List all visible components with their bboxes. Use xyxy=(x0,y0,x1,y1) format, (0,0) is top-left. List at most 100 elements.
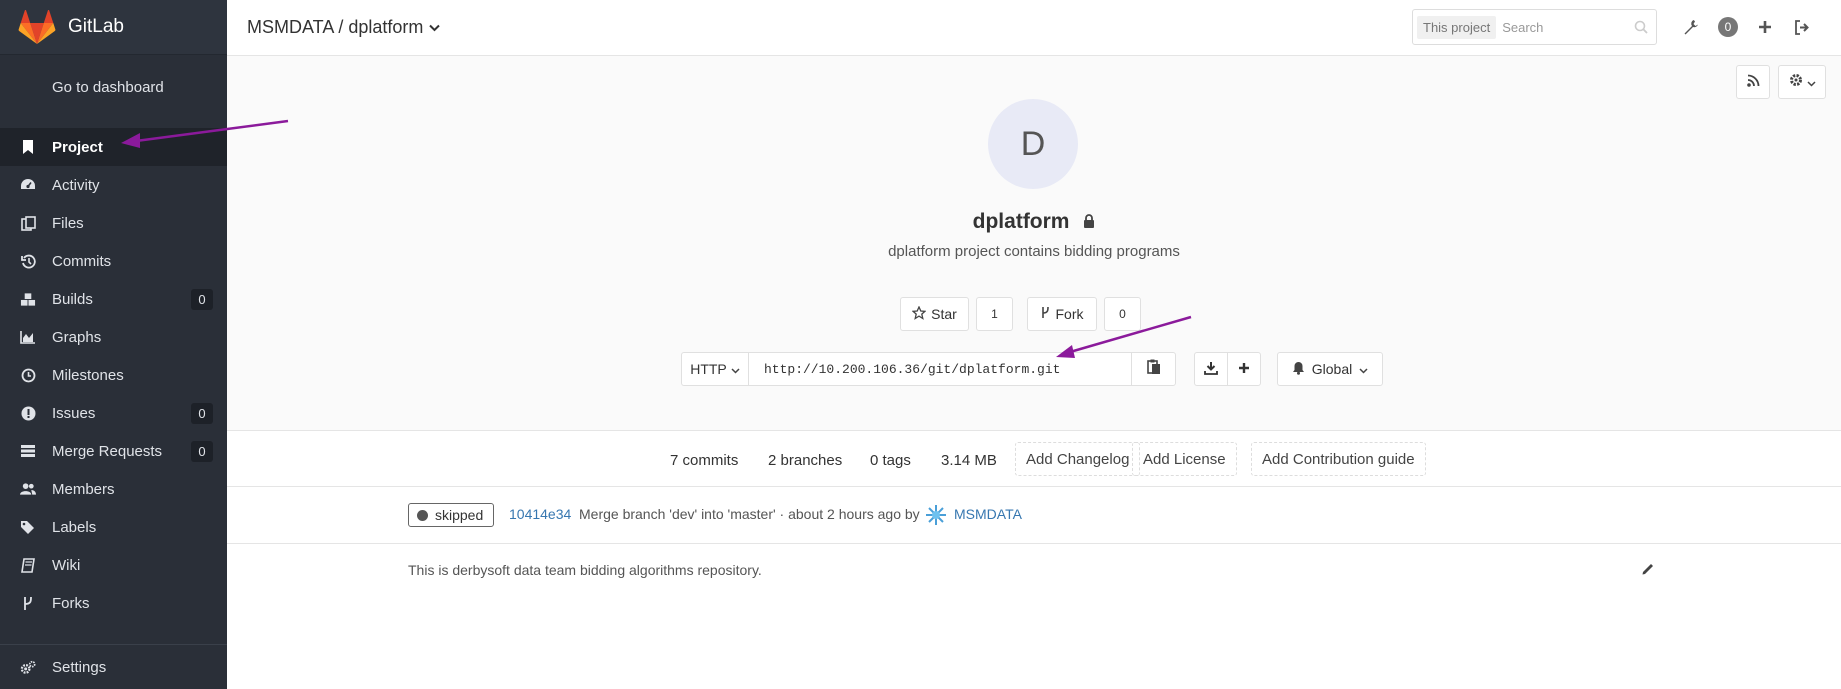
top-header: MSMDATA / dplatform This project 0 xyxy=(227,0,1841,56)
sidebar-item-label: Wiki xyxy=(52,556,81,574)
sidebar-item-forks[interactable]: Forks xyxy=(0,584,227,622)
sidebar-item-label: Builds xyxy=(52,290,93,308)
add-contribution-guide-button[interactable]: Add Contribution guide xyxy=(1251,442,1426,476)
clone-protocol-label: HTTP xyxy=(690,361,727,377)
sidebar-item-milestones[interactable]: Milestones xyxy=(0,356,227,394)
go-to-dashboard-link[interactable]: Go to dashboard xyxy=(0,55,227,119)
plus-icon[interactable] xyxy=(1753,15,1777,39)
sign-out-icon[interactable] xyxy=(1790,15,1814,39)
book-icon xyxy=(20,557,36,573)
sidebar-item-activity[interactable]: Activity xyxy=(0,166,227,204)
sidebar-item-label: Labels xyxy=(52,518,97,536)
project-stats-bar: 7 commits 2 branches 0 tags 3.14 MB Add … xyxy=(227,432,1841,487)
ci-status-badge[interactable]: skipped xyxy=(408,503,495,527)
commit-sha-link[interactable]: 10414e34 xyxy=(509,506,571,522)
sidebar-item-labels[interactable]: Labels xyxy=(0,508,227,546)
sidebar-item-label: Files xyxy=(52,214,84,232)
sidebar-item-commits[interactable]: Commits xyxy=(0,242,227,280)
download-button[interactable] xyxy=(1194,352,1228,386)
project-home-panel: D dplatform dplatform project contains b… xyxy=(227,56,1841,431)
notification-level-dropdown[interactable]: Global xyxy=(1277,352,1383,386)
sidebar-item-graphs[interactable]: Graphs xyxy=(0,318,227,356)
star-button[interactable]: Star xyxy=(900,297,969,331)
search-scope-badge[interactable]: This project xyxy=(1417,15,1497,39)
merge-requests-count-badge: 0 xyxy=(191,441,213,462)
sidebar-item-label: Commits xyxy=(52,252,112,270)
commit-author-link[interactable]: MSMDATA xyxy=(954,506,1022,522)
project-name: dplatform xyxy=(972,210,1070,233)
sidebar-item-files[interactable]: Files xyxy=(0,204,227,242)
ci-status-label: skipped xyxy=(435,507,484,523)
sidebar-item-settings[interactable]: Settings xyxy=(0,645,227,689)
brand-header[interactable]: GitLab xyxy=(0,0,227,55)
breadcrumb-text: MSMDATA / dplatform xyxy=(247,17,424,37)
search-input[interactable] xyxy=(1502,19,1643,35)
sidebar-item-merge-requests[interactable]: Merge Requests 0 xyxy=(0,432,227,470)
tags-icon xyxy=(20,519,36,535)
clone-panel: HTTP http://10.200.106.36/git/dplatform.… xyxy=(681,352,1176,386)
fork-button[interactable]: Fork xyxy=(1027,297,1097,331)
star-label: Star xyxy=(931,306,957,322)
author-avatar[interactable] xyxy=(924,503,948,527)
fork-count[interactable]: 0 xyxy=(1104,297,1141,331)
sidebar-nav: Project Activity Files Commits Builds 0 … xyxy=(0,128,227,622)
breadcrumb[interactable]: MSMDATA / dplatform xyxy=(247,17,441,38)
commits-count-link[interactable]: 7 commits xyxy=(670,452,738,469)
code-fork-icon xyxy=(1041,306,1050,322)
chevron-down-icon xyxy=(731,361,740,377)
cogs-icon xyxy=(20,660,36,676)
search-form: This project xyxy=(1412,9,1657,45)
cubes-icon xyxy=(20,291,36,307)
download-icon xyxy=(1204,361,1218,378)
sidebar-item-wiki[interactable]: Wiki xyxy=(0,546,227,584)
sidebar-item-project[interactable]: Project xyxy=(0,128,227,166)
code-fork-icon xyxy=(20,595,36,611)
sidebar-item-label: Activity xyxy=(52,176,100,194)
sidebar-item-label: Issues xyxy=(52,404,96,422)
sidebar-item-label: Members xyxy=(52,480,115,498)
sidebar-settings-section: Settings xyxy=(0,644,227,689)
star-icon xyxy=(911,304,927,323)
add-changelog-button[interactable]: Add Changelog xyxy=(1015,442,1141,476)
sidebar-item-issues[interactable]: Issues 0 xyxy=(0,394,227,432)
pencil-icon[interactable] xyxy=(1641,562,1655,580)
clock-icon xyxy=(20,367,36,383)
project-settings-dropdown[interactable] xyxy=(1778,65,1826,99)
wrench-icon[interactable] xyxy=(1679,15,1703,39)
sidebar-item-label: Project xyxy=(52,138,103,156)
sidebar-item-label: Forks xyxy=(52,594,90,612)
chevron-down-icon xyxy=(429,21,441,35)
sidebar-item-label: Milestones xyxy=(52,366,124,384)
sidebar-item-label: Settings xyxy=(52,659,107,676)
chevron-down-icon xyxy=(1359,361,1368,377)
project-description: dplatform project contains bidding progr… xyxy=(888,243,1180,260)
commit-message: Merge branch 'dev' into 'master' · about… xyxy=(579,506,920,522)
search-icon[interactable] xyxy=(1634,20,1648,38)
sidebar-item-members[interactable]: Members xyxy=(0,470,227,508)
users-icon xyxy=(20,481,36,497)
rss-icon xyxy=(1746,74,1760,91)
tags-count-link[interactable]: 0 tags xyxy=(870,452,911,469)
gear-icon xyxy=(1789,73,1803,91)
main-content: D dplatform dplatform project contains b… xyxy=(227,56,1841,689)
exclamation-circle-icon xyxy=(20,405,36,421)
sidebar-item-builds[interactable]: Builds 0 xyxy=(0,280,227,318)
bookmark-icon xyxy=(20,139,36,155)
builds-count-badge: 0 xyxy=(191,289,213,310)
clone-url-input[interactable]: http://10.200.106.36/git/dplatform.git xyxy=(749,352,1131,386)
files-icon xyxy=(20,215,36,231)
branches-count-link[interactable]: 2 branches xyxy=(768,452,842,469)
copy-url-button[interactable] xyxy=(1131,352,1176,386)
todos-count-badge: 0 xyxy=(1718,17,1738,37)
clone-protocol-dropdown[interactable]: HTTP xyxy=(681,352,749,386)
readme-content: This is derbysoft data team bidding algo… xyxy=(408,562,762,578)
notification-level-label: Global xyxy=(1311,361,1353,377)
add-license-button[interactable]: Add License xyxy=(1132,442,1237,476)
area-chart-icon xyxy=(20,329,36,345)
rss-button[interactable] xyxy=(1736,65,1770,99)
add-file-button[interactable] xyxy=(1227,352,1261,386)
tasks-icon xyxy=(20,443,36,459)
star-count[interactable]: 1 xyxy=(976,297,1013,331)
sidebar-item-label: Graphs xyxy=(52,328,102,346)
todos-button[interactable]: 0 xyxy=(1716,15,1740,39)
